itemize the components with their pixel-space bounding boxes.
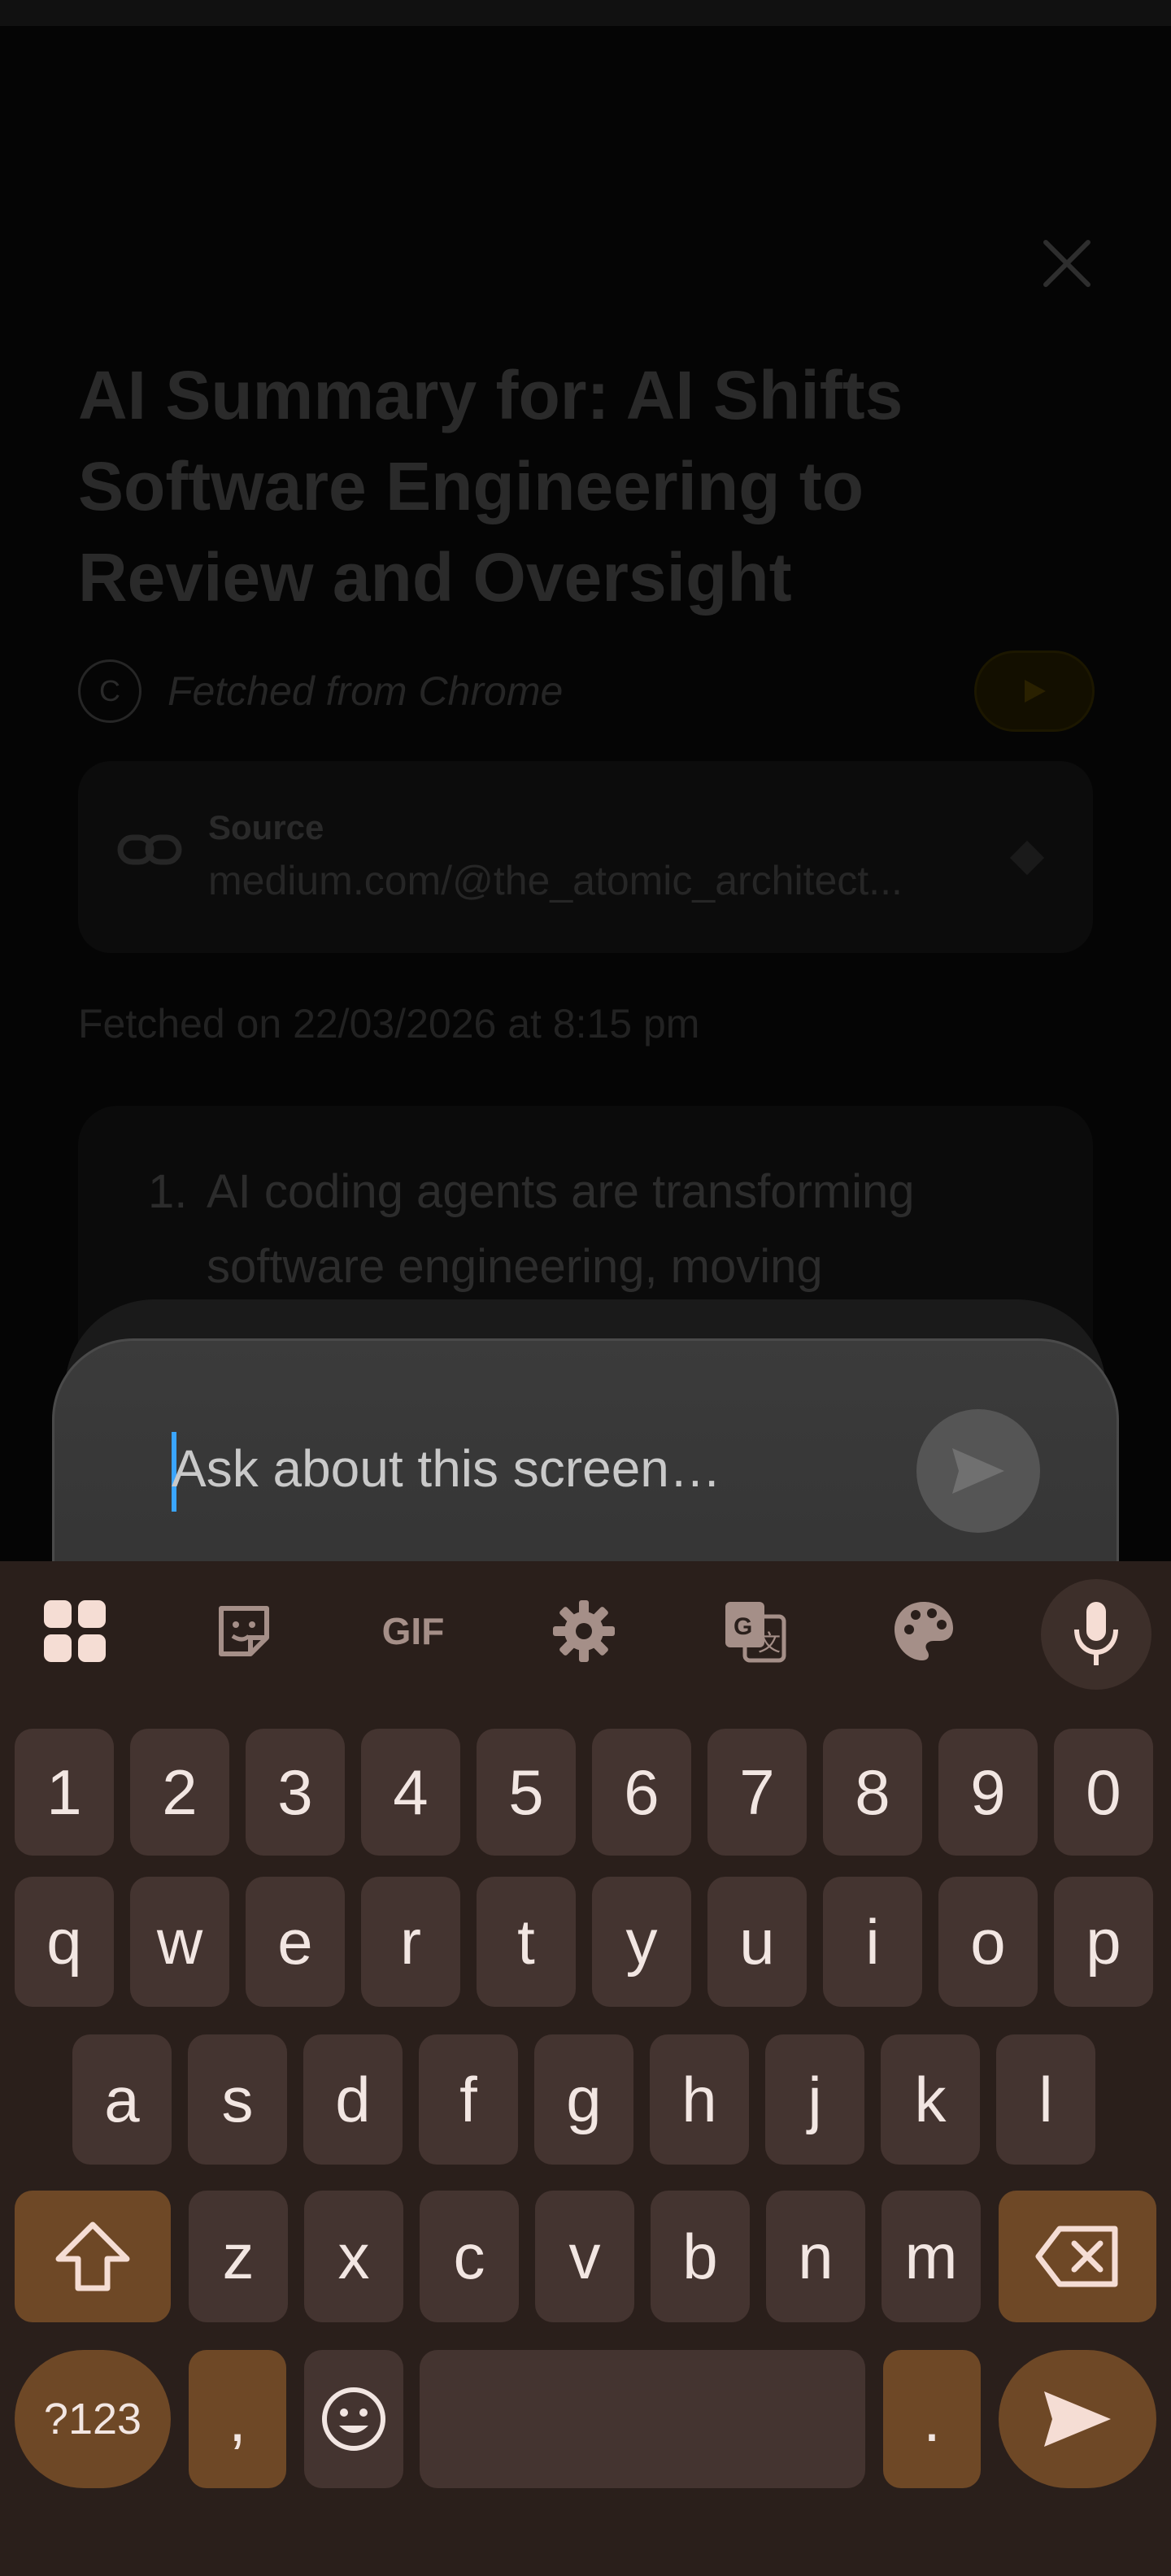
key-r[interactable]: r — [361, 1877, 460, 2007]
keyboard: GIF G 文 1 2 3 4 5 6 7 8 9 0 q w e r t y … — [0, 1561, 1171, 2576]
svg-text:文: 文 — [758, 1630, 781, 1656]
send-button[interactable] — [916, 1409, 1040, 1533]
key-f[interactable]: f — [419, 2034, 518, 2165]
sticker-icon — [219, 1606, 269, 1656]
key-q[interactable]: q — [15, 1877, 114, 2007]
key-w[interactable]: w — [130, 1877, 229, 2007]
emoji-icon — [322, 2387, 385, 2451]
chrome-source-icon: C — [78, 659, 141, 723]
backspace-icon — [1035, 2226, 1118, 2287]
key-y[interactable]: y — [592, 1877, 691, 2007]
key-i[interactable]: i — [823, 1877, 922, 2007]
key-6[interactable]: 6 — [592, 1729, 691, 1856]
key-z[interactable]: z — [189, 2191, 288, 2322]
shift-key[interactable] — [15, 2191, 171, 2322]
status-bar — [0, 0, 1171, 26]
symbols-key[interactable]: ?123 — [15, 2350, 171, 2488]
key-7[interactable]: 7 — [707, 1729, 807, 1856]
key-a[interactable]: a — [72, 2034, 172, 2165]
key-0[interactable]: 0 — [1054, 1729, 1153, 1856]
ask-input-panel: Ask about this screen… — [52, 1338, 1119, 1582]
source-label: Source — [208, 808, 324, 846]
link-icon — [117, 834, 182, 865]
key-v[interactable]: v — [535, 2191, 634, 2322]
send-icon — [1044, 2391, 1111, 2447]
comma-key[interactable]: , — [189, 2350, 286, 2488]
summary-line-2: software engineering, moving — [207, 1240, 823, 1293]
theme-button[interactable] — [875, 1582, 973, 1680]
key-u[interactable]: u — [707, 1877, 807, 2007]
emoji-key[interactable] — [304, 2350, 403, 2488]
source-url[interactable]: medium.com/@the_atomic_architect... — [208, 857, 1021, 904]
key-g[interactable]: g — [534, 2034, 633, 2165]
key-o[interactable]: o — [938, 1877, 1038, 2007]
summary-item-number: 1. — [148, 1165, 188, 1218]
shift-icon — [55, 2221, 130, 2291]
key-s[interactable]: s — [188, 2034, 287, 2165]
palette-icon — [895, 1602, 953, 1660]
play-button[interactable] — [974, 651, 1095, 732]
key-2[interactable]: 2 — [130, 1729, 229, 1856]
key-p[interactable]: p — [1054, 1877, 1153, 2007]
summary-line-1: AI coding agents are transforming — [207, 1165, 915, 1218]
apps-grid-button[interactable] — [26, 1582, 124, 1680]
voice-input-button[interactable] — [1041, 1579, 1151, 1690]
play-icon — [1025, 680, 1046, 703]
key-x[interactable]: x — [304, 2191, 403, 2322]
key-k[interactable]: k — [881, 2034, 980, 2165]
backspace-key[interactable] — [999, 2191, 1156, 2322]
key-9[interactable]: 9 — [938, 1729, 1038, 1856]
key-b[interactable]: b — [651, 2191, 750, 2322]
key-l[interactable]: l — [996, 2034, 1095, 2165]
key-t[interactable]: t — [477, 1877, 576, 2007]
period-key[interactable]: . — [883, 2350, 981, 2488]
keyboard-toolbar: GIF G 文 — [0, 1561, 1171, 1701]
key-d[interactable]: d — [303, 2034, 403, 2165]
apps-grid-icon — [44, 1600, 106, 1662]
key-j[interactable]: j — [765, 2034, 864, 2165]
key-c[interactable]: c — [420, 2191, 519, 2322]
enter-send-key[interactable] — [999, 2350, 1156, 2488]
gif-button[interactable]: GIF — [364, 1582, 462, 1680]
key-4[interactable]: 4 — [361, 1729, 460, 1856]
close-icon — [1043, 240, 1090, 287]
mic-icon — [1074, 1602, 1118, 1665]
key-3[interactable]: 3 — [246, 1729, 345, 1856]
close-button[interactable] — [1033, 229, 1101, 298]
fetched-on-timestamp: Fetched on 22/03/2026 at 8:15 pm — [78, 1001, 700, 1046]
settings-button[interactable] — [535, 1582, 633, 1680]
send-icon — [952, 1448, 1004, 1494]
source-card[interactable]: Source medium.com/@the_atomic_architect.… — [78, 761, 1093, 953]
ask-input[interactable]: Ask about this screen… — [172, 1438, 721, 1499]
translate-button[interactable]: G 文 — [706, 1582, 803, 1680]
gif-icon: GIF — [381, 1610, 445, 1652]
fetched-from-label: Fetched from Chrome — [168, 668, 564, 714]
sticker-button[interactable] — [195, 1582, 293, 1680]
translate-icon: G 文 — [725, 1602, 786, 1663]
key-h[interactable]: h — [650, 2034, 749, 2165]
summary-text: 1. AI coding agents are transforming soft… — [148, 1155, 1059, 1304]
svg-text:G: G — [734, 1613, 752, 1640]
key-e[interactable]: e — [246, 1877, 345, 2007]
page-title: AI Summary for: AI Shifts Software Engin… — [78, 357, 903, 616]
spacebar-key[interactable] — [420, 2350, 865, 2488]
settings-gear-icon — [553, 1600, 615, 1662]
key-1[interactable]: 1 — [15, 1729, 114, 1856]
key-m[interactable]: m — [882, 2191, 981, 2322]
key-5[interactable]: 5 — [477, 1729, 576, 1856]
fetched-from-row: C Fetched from Chrome — [78, 651, 1095, 732]
key-8[interactable]: 8 — [823, 1729, 922, 1856]
key-n[interactable]: n — [766, 2191, 865, 2322]
